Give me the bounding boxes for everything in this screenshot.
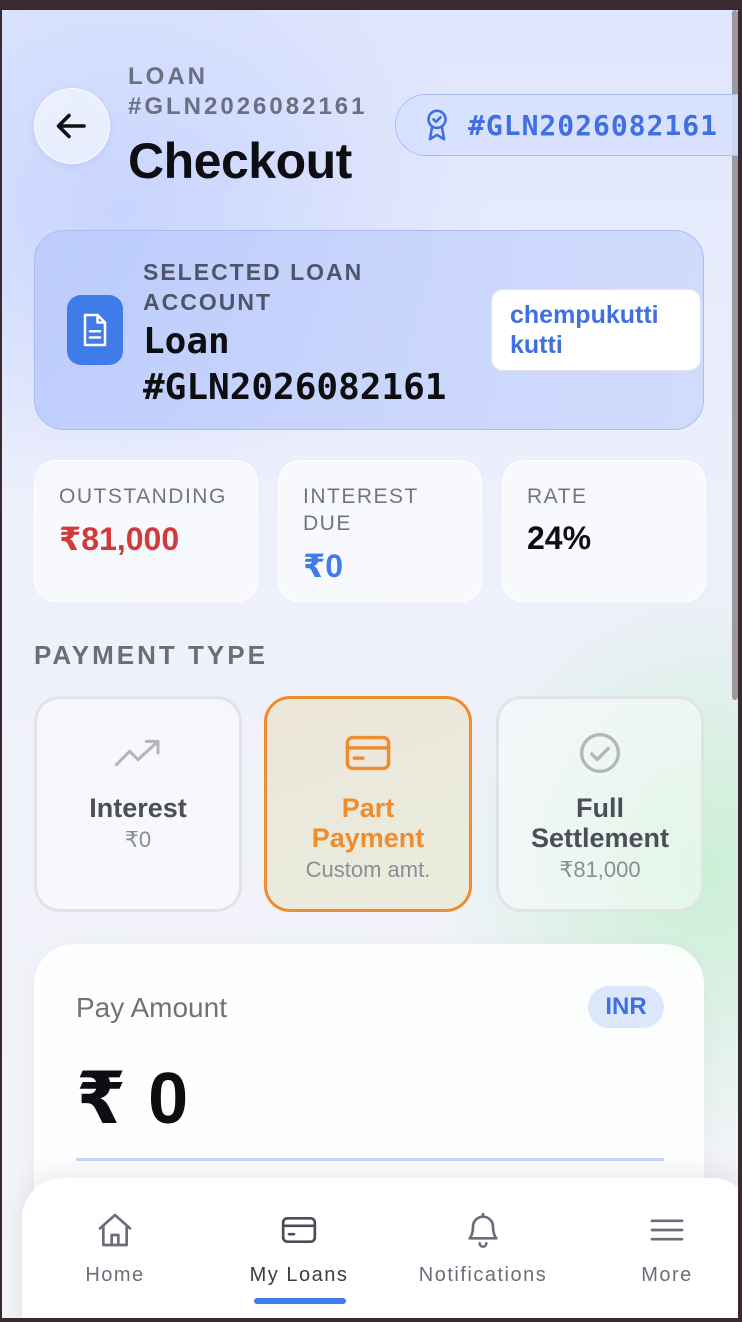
loan-card-label: SELECTED LOAN ACCOUNT: [143, 259, 364, 315]
nav-label: Notifications: [418, 1264, 548, 1286]
loan-id-badge: #GLN2026082161: [395, 94, 738, 156]
payment-option-full-settlement[interactable]: Full Settlement ₹81,000: [496, 696, 704, 912]
stat-rate: RATE 24%: [502, 460, 706, 602]
card-icon: [344, 731, 392, 775]
document-icon: [67, 295, 123, 365]
loan-number: Loan #GLN2026082161: [143, 321, 447, 408]
payment-type-title: PAYMENT TYPE: [34, 640, 268, 670]
rupee-symbol: ₹: [76, 1059, 127, 1139]
nav-item-home[interactable]: Home: [40, 1210, 190, 1287]
stat-label: OUTSTANDING: [59, 485, 227, 508]
currency-badge: INR: [588, 986, 664, 1028]
stat-value: 24%: [527, 520, 592, 556]
payment-option-name: Part Payment: [311, 793, 425, 853]
amount-underline: [76, 1158, 664, 1161]
wallet-icon: [281, 1217, 317, 1243]
stat-label: INTEREST DUE: [303, 485, 419, 535]
payment-option-sub: ₹0: [124, 827, 152, 852]
stat-outstanding: OUTSTANDING ₹81,000: [34, 460, 258, 602]
nav-item-more[interactable]: More: [592, 1210, 738, 1287]
page-eyebrow: LOAN #GLN2026082161: [128, 63, 368, 120]
payment-option-name: Interest: [89, 793, 187, 823]
award-icon: [427, 109, 447, 141]
payment-option-sub: Custom amt.: [305, 857, 431, 882]
pay-amount-value: 0: [148, 1059, 189, 1139]
pay-amount-input[interactable]: ₹0: [76, 1056, 188, 1140]
pay-amount-label: Pay Amount: [76, 992, 227, 1023]
stat-value: ₹81,000: [59, 521, 180, 557]
stat-interest-due: INTEREST DUE ₹0: [278, 460, 482, 602]
selected-loan-card[interactable]: SELECTED LOAN ACCOUNT Loan #GLN202608216…: [34, 230, 704, 430]
nav-item-my-loans[interactable]: My Loans: [224, 1210, 374, 1287]
menu-icon: [650, 1219, 684, 1241]
nav-label: My Loans: [249, 1264, 349, 1286]
checkout-screen: LOAN #GLN2026082161 Checkout #GLN2026082…: [2, 10, 738, 1318]
active-tab-indicator: [254, 1298, 346, 1304]
nav-label: Home: [85, 1264, 145, 1286]
bottom-navigation: Home My Loans Notifications More: [22, 1178, 738, 1318]
payment-option-sub: ₹81,000: [559, 857, 641, 882]
bell-icon: [468, 1212, 498, 1248]
arrow-left-icon: [56, 113, 86, 139]
nav-item-notifications[interactable]: Notifications: [408, 1210, 558, 1287]
back-button[interactable]: [34, 88, 110, 164]
loan-id-badge-text: #GLN2026082161: [468, 108, 719, 142]
home-icon: [98, 1213, 132, 1247]
payment-option-name: Full Settlement: [530, 793, 670, 853]
check-circle-icon: [578, 731, 622, 775]
trend-up-icon: [113, 731, 163, 775]
stat-label: RATE: [527, 485, 588, 508]
payment-option-part-payment[interactable]: Part Payment Custom amt.: [264, 696, 472, 912]
stat-value: ₹0: [303, 548, 344, 584]
page-title: Checkout: [128, 133, 352, 189]
nav-label: More: [641, 1264, 693, 1286]
payment-option-interest[interactable]: Interest ₹0: [34, 696, 242, 912]
customer-name-chip: chempukutti kutti: [491, 289, 701, 371]
